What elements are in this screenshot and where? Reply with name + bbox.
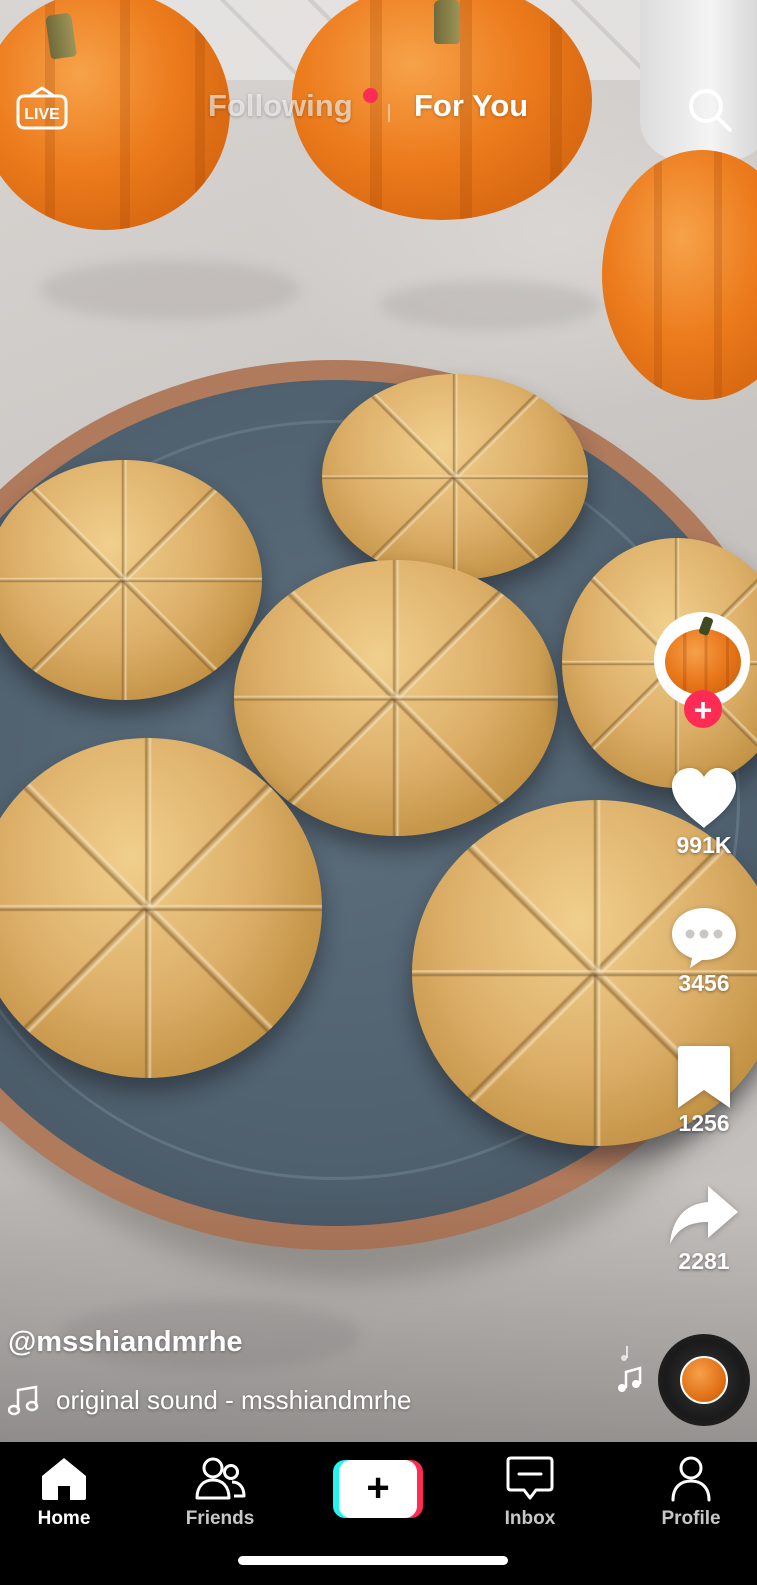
- share-arrow-icon: [670, 1186, 738, 1244]
- pumpkin-decor: [602, 150, 757, 400]
- marble-vein: [40, 260, 300, 320]
- smart-speaker: [640, 0, 757, 160]
- music-notes-icon: [618, 1346, 642, 1392]
- nav-friends[interactable]: Friends: [160, 1454, 280, 1530]
- live-icon[interactable]: LIVE: [16, 84, 68, 132]
- tab-following[interactable]: Following: [208, 88, 353, 124]
- pumpkin-bun: [322, 374, 588, 580]
- nav-friends-label: Friends: [185, 1508, 255, 1529]
- pumpkin-bun: [0, 738, 322, 1078]
- comment-icon: [672, 908, 736, 968]
- like-button[interactable]: 991K: [664, 766, 744, 859]
- friends-icon: [195, 1457, 246, 1500]
- bookmark-icon: [678, 1046, 730, 1108]
- nav-inbox[interactable]: Inbox: [470, 1454, 590, 1530]
- nav-inbox-label: Inbox: [504, 1508, 556, 1529]
- pumpkin-bun: [0, 460, 262, 700]
- nav-profile[interactable]: Profile: [631, 1454, 751, 1530]
- create-button[interactable]: +: [333, 1460, 423, 1518]
- inbox-icon: [506, 1456, 554, 1500]
- share-button[interactable]: 2281: [664, 1182, 744, 1275]
- tab-for-you[interactable]: For You: [414, 88, 528, 124]
- comment-button[interactable]: 3456: [664, 904, 744, 997]
- tab-divider: [388, 104, 390, 122]
- sound-link[interactable]: original sound - msshiandmrhe: [8, 1383, 412, 1417]
- music-disc-icon[interactable]: [658, 1334, 750, 1426]
- follow-button[interactable]: +: [684, 690, 722, 728]
- profile-icon: [671, 1456, 711, 1502]
- creator-username[interactable]: @msshiandmrhe: [8, 1326, 243, 1359]
- pumpkin-stem: [434, 0, 460, 44]
- live-label: LIVE: [24, 106, 60, 123]
- nav-profile-label: Profile: [661, 1508, 721, 1529]
- video-player[interactable]: [0, 0, 757, 1442]
- comment-count: 3456: [678, 970, 730, 996]
- marble-vein: [380, 280, 600, 330]
- search-icon[interactable]: [686, 86, 734, 134]
- home-icon: [42, 1458, 86, 1500]
- sound-title: original sound - msshiandmrhe: [56, 1384, 412, 1415]
- home-indicator: [238, 1556, 508, 1565]
- music-note-icon: [8, 1385, 39, 1416]
- nav-home[interactable]: Home: [4, 1454, 124, 1530]
- heart-icon: [672, 768, 736, 828]
- like-count: 991K: [676, 832, 732, 858]
- nav-home-label: Home: [37, 1508, 91, 1529]
- share-count: 2281: [678, 1248, 730, 1274]
- plus-icon: +: [339, 1460, 417, 1518]
- bookmark-button[interactable]: 1256: [664, 1044, 744, 1137]
- pumpkin-avatar-icon: [665, 629, 741, 695]
- bookmark-count: 1256: [678, 1110, 730, 1136]
- pumpkin-disc-art: [680, 1356, 728, 1404]
- notification-dot: [363, 88, 378, 103]
